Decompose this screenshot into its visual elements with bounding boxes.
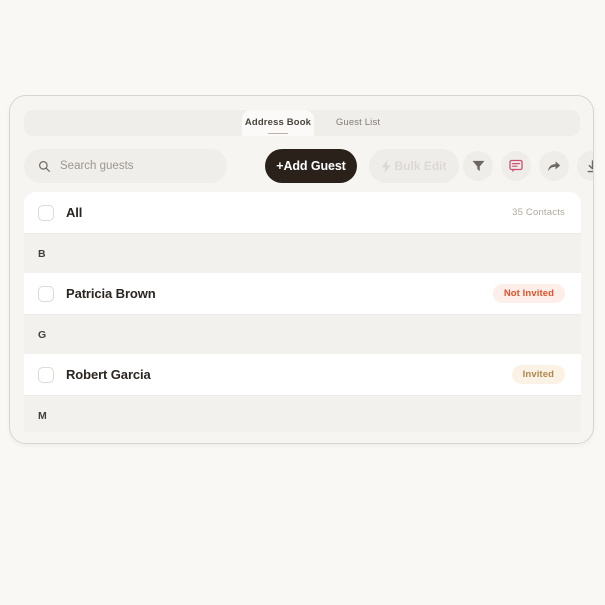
contacts-list: All 35 Contacts B Patricia Brown Not Inv… — [24, 192, 581, 432]
table-row[interactable]: Patricia Brown Not Invited — [24, 273, 581, 314]
section-letter: M — [38, 409, 47, 422]
tab-guest-list[interactable]: Guest List — [326, 110, 390, 136]
search-input[interactable] — [60, 160, 210, 172]
comment-icon — [509, 159, 523, 173]
section-header-g: G — [24, 314, 581, 354]
filter-icon — [472, 160, 484, 172]
bulk-edit-button: Bulk Edit — [369, 149, 459, 183]
tab-address-book-label: Address Book — [244, 117, 312, 128]
bulk-edit-label: Bulk Edit — [394, 159, 447, 173]
section-header-m: M — [24, 395, 581, 432]
download-button[interactable] — [577, 151, 593, 181]
tab-address-book[interactable]: Address Book — [242, 110, 314, 136]
list-row-all[interactable]: All 35 Contacts — [24, 192, 581, 233]
all-label: All — [66, 205, 83, 220]
status-badge: Not Invited — [492, 284, 565, 303]
comment-button[interactable] — [501, 151, 531, 181]
tab-guest-list-label: Guest List — [335, 117, 381, 128]
tab-bar: Address Book Guest List — [24, 110, 580, 136]
table-row[interactable]: Robert Garcia Invited — [24, 354, 581, 395]
row-checkbox[interactable] — [38, 366, 54, 383]
filter-button[interactable] — [463, 151, 493, 181]
contact-name: Patricia Brown — [66, 286, 156, 301]
add-guest-button[interactable]: +Add Guest — [265, 149, 357, 183]
toolbar: +Add Guest Bulk Edit — [24, 149, 593, 183]
guest-manager-card: Address Book Guest List +Add Guest Bulk … — [9, 95, 594, 444]
contact-name: Robert Garcia — [66, 367, 151, 382]
share-icon — [548, 160, 561, 171]
download-icon — [587, 159, 593, 172]
section-header-b: B — [24, 233, 581, 273]
status-badge: Invited — [511, 365, 565, 384]
select-all-checkbox[interactable] — [38, 204, 54, 221]
bolt-icon — [382, 159, 392, 173]
section-letter: G — [38, 328, 47, 341]
search-box[interactable] — [24, 149, 227, 183]
contacts-count: 35 Contacts — [512, 207, 565, 218]
row-checkbox[interactable] — [38, 285, 54, 302]
section-letter: B — [38, 247, 46, 260]
share-button[interactable] — [539, 151, 569, 181]
search-icon — [39, 160, 50, 172]
